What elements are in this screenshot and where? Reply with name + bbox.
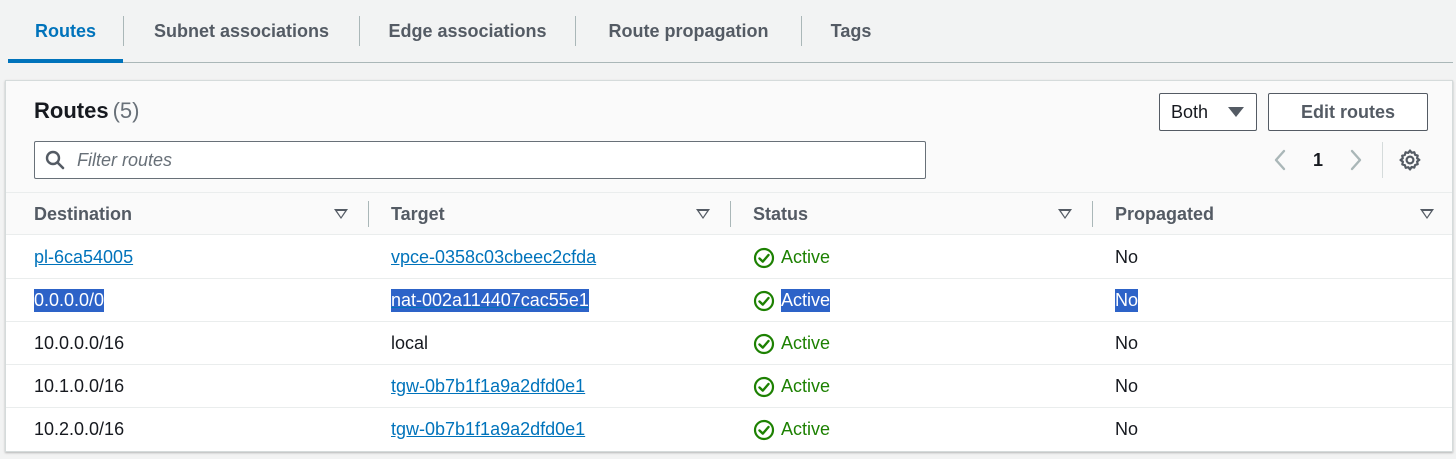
chevron-right-icon[interactable] xyxy=(1344,145,1368,175)
propagation-filter-value: Both xyxy=(1171,101,1209,122)
table-row[interactable]: pl-6ca54005 vpce-0358c03cbeec2cfda Activ… xyxy=(6,236,1452,279)
status-badge: Active xyxy=(753,365,830,408)
status-badge: Active xyxy=(753,279,831,322)
column-header-propagated[interactable]: Propagated xyxy=(1115,193,1214,235)
edit-routes-button[interactable]: Edit routes xyxy=(1268,93,1428,131)
status-text: Active xyxy=(781,247,831,267)
caret-down-icon[interactable] xyxy=(1420,209,1434,219)
destination-value: 0.0.0.0/0 xyxy=(34,289,105,312)
propagated-value: No xyxy=(1115,333,1139,353)
panel-title-text: Routes xyxy=(34,98,109,123)
propagation-filter-select[interactable]: Both xyxy=(1159,93,1257,131)
caret-down-icon[interactable] xyxy=(1058,209,1072,219)
check-circle-icon xyxy=(753,247,775,268)
pagination: 1 xyxy=(1268,145,1368,175)
check-circle-icon xyxy=(753,376,775,397)
destination-link[interactable]: pl-6ca54005 xyxy=(34,247,133,268)
panel-title: Routes (5) xyxy=(34,98,139,124)
caret-down-icon xyxy=(1228,107,1244,117)
target-link[interactable]: nat-002a114407cac55e1 xyxy=(391,289,589,312)
gear-icon[interactable] xyxy=(1398,148,1422,172)
table-row[interactable]: 10.2.0.0/16 tgw-0b7b1f1a9a2dfd0e1 Active… xyxy=(6,408,1452,451)
table-row[interactable]: 10.0.0.0/16 local Active No xyxy=(6,322,1452,365)
check-circle-icon xyxy=(753,333,775,354)
table-row[interactable]: 10.1.0.0/16 tgw-0b7b1f1a9a2dfd0e1 Active… xyxy=(6,365,1452,408)
table-header: Destination Target Status Propagated xyxy=(6,193,1452,235)
status-badge: Active xyxy=(753,408,830,451)
column-divider[interactable] xyxy=(368,201,369,227)
routes-panel: Routes(5) Both Edit routes 1 xyxy=(5,80,1453,452)
column-divider[interactable] xyxy=(730,201,731,227)
propagated-value: No xyxy=(1115,247,1139,267)
target-link[interactable]: tgw-0b7b1f1a9a2dfd0e1 xyxy=(391,419,585,440)
status-badge: Active xyxy=(753,322,830,365)
propagated-value: No xyxy=(1115,289,1139,312)
tab-edge-associations[interactable]: Edge associations xyxy=(360,0,575,62)
search-icon xyxy=(45,150,65,170)
column-header-destination[interactable]: Destination xyxy=(34,193,132,235)
caret-down-icon[interactable] xyxy=(334,209,348,219)
tab-tags[interactable]: Tags xyxy=(802,0,900,62)
column-header-target[interactable]: Target xyxy=(391,193,445,235)
table-row[interactable]: 0.0.0.0/0 nat-002a114407cac55e1 Active N… xyxy=(6,279,1452,322)
filter-routes-field xyxy=(34,141,926,179)
pager-divider xyxy=(1382,142,1383,178)
tab-route-propagation[interactable]: Route propagation xyxy=(576,0,801,62)
propagated-value: No xyxy=(1115,419,1139,439)
status-text: Active xyxy=(781,419,831,439)
check-circle-icon xyxy=(753,290,775,311)
status-badge: Active xyxy=(753,236,830,279)
column-header-status[interactable]: Status xyxy=(753,193,808,235)
route-count: (5) xyxy=(112,98,140,123)
status-text: Active xyxy=(781,333,831,353)
tab-routes[interactable]: Routes xyxy=(8,0,123,63)
destination-value: 10.1.0.0/16 xyxy=(34,376,125,396)
status-text: Active xyxy=(781,289,831,312)
propagated-value: No xyxy=(1115,376,1139,396)
panel-header: Routes(5) Both Edit routes 1 xyxy=(6,81,1452,193)
column-divider[interactable] xyxy=(1092,201,1093,227)
chevron-left-icon[interactable] xyxy=(1268,145,1292,175)
destination-value: 10.0.0.0/16 xyxy=(34,333,125,353)
tab-subnet-associations[interactable]: Subnet associations xyxy=(124,0,359,62)
tab-bar: Routes Subnet associations Edge associat… xyxy=(8,0,1453,63)
status-text: Active xyxy=(781,376,831,396)
target-link[interactable]: vpce-0358c03cbeec2cfda xyxy=(391,247,596,268)
filter-routes-input[interactable] xyxy=(77,146,907,174)
page-number[interactable]: 1 xyxy=(1292,150,1344,171)
destination-value: 10.2.0.0/16 xyxy=(34,419,125,439)
target-value: local xyxy=(391,333,429,353)
check-circle-icon xyxy=(753,419,775,440)
target-link[interactable]: tgw-0b7b1f1a9a2dfd0e1 xyxy=(391,376,585,397)
caret-down-icon[interactable] xyxy=(696,209,710,219)
